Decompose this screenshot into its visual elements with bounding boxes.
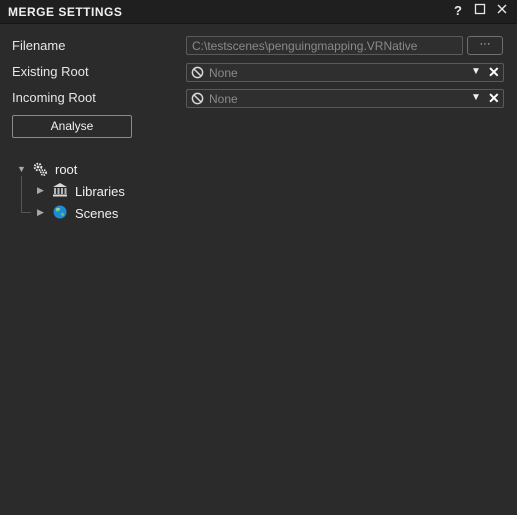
close-button[interactable] [494,3,510,19]
merge-settings-window: MERGE SETTINGS ? Filename C:\testscenes\… [0,0,517,515]
gears-icon [33,162,47,176]
dropdown-arrow-icon[interactable]: ▼ [471,92,481,103]
none-icon [191,66,204,79]
filename-value: C:\testscenes\penguingmapping.VRNative [192,39,418,53]
close-icon [497,4,507,14]
help-button[interactable]: ? [450,3,466,19]
filename-label: Filename [12,38,66,53]
tree-guide-line [21,212,31,213]
incoming-root-value: None [209,92,238,106]
window-title: MERGE SETTINGS [8,5,123,19]
expand-arrow-icon[interactable]: ▼ [17,164,26,174]
existing-root-value: None [209,66,238,80]
tree-node-root[interactable]: root [55,162,77,177]
incoming-root-select[interactable]: None ▼ ✕ [186,89,504,108]
incoming-root-label: Incoming Root [12,90,96,105]
tree-node-libraries[interactable]: Libraries [75,184,125,199]
collapse-arrow-icon[interactable]: ▶ [37,185,44,196]
tree-node-scenes[interactable]: Scenes [75,206,118,221]
tree-guide-line [21,176,22,212]
analyse-button[interactable]: Analyse [12,115,132,138]
library-icon [53,183,67,197]
globe-icon [53,205,67,219]
maximize-button[interactable] [472,3,488,19]
title-bar: MERGE SETTINGS ? [0,0,517,24]
filename-field[interactable]: C:\testscenes\penguingmapping.VRNative [186,36,463,55]
collapse-arrow-icon[interactable]: ▶ [37,207,44,218]
dropdown-arrow-icon[interactable]: ▼ [471,66,481,77]
none-icon [191,92,204,105]
browse-button[interactable]: ··· [467,36,503,55]
existing-root-label: Existing Root [12,64,89,79]
clear-icon[interactable]: ✕ [488,64,500,81]
maximize-icon [474,3,486,15]
clear-icon[interactable]: ✕ [488,90,500,107]
existing-root-select[interactable]: None ▼ ✕ [186,63,504,82]
